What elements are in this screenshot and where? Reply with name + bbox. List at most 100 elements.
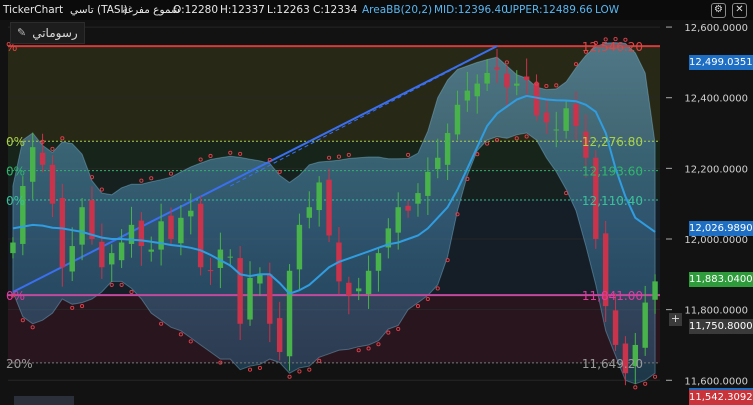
add-icon[interactable]: +	[669, 313, 682, 326]
candle-body	[543, 112, 550, 123]
candle-body	[158, 221, 164, 250]
y-tick-label: 12,200.0000	[684, 164, 748, 175]
price-tag: 12,499.0351	[689, 55, 753, 70]
candle-body	[39, 152, 46, 165]
fib-percent-label: 0%	[6, 135, 25, 149]
fib-price-label: 12,276.80	[582, 135, 643, 149]
chart-header: TickerChart تاسي (TASI) شموع مفرغة O:122…	[0, 0, 753, 20]
low-value: L:12263	[267, 4, 310, 16]
price-tag: 11,542.3092	[689, 390, 753, 405]
app-name: TickerChart	[3, 4, 64, 16]
sar-dot	[247, 367, 253, 372]
candle-body	[415, 193, 421, 204]
y-tick-label: 12,400.0000	[684, 94, 748, 105]
y-tick-label: 11,600.0000	[684, 376, 748, 387]
price-axis-bg	[662, 20, 753, 405]
candle-body	[484, 72, 490, 84]
sar-dot	[653, 374, 658, 379]
candle-body	[168, 215, 174, 239]
candle-body	[128, 224, 135, 244]
close-icon[interactable]: ✕	[732, 3, 747, 18]
candle-body	[69, 246, 75, 272]
drawings-button[interactable]: ✎ رسوماتي	[10, 22, 85, 44]
candle-body	[425, 171, 431, 196]
candle-body	[316, 182, 322, 211]
candle-body	[109, 253, 115, 265]
sar-dot	[633, 385, 638, 390]
bottom-toolbar-stub	[14, 396, 74, 405]
candle-body	[237, 258, 243, 324]
candle-body	[59, 198, 66, 268]
candle-body	[573, 104, 579, 126]
sar-dot	[307, 367, 312, 372]
drawings-label: رسوماتي	[32, 26, 78, 40]
candle-body	[642, 302, 648, 348]
pencil-icon: ✎	[17, 26, 27, 39]
candle-body	[395, 207, 401, 233]
sar-dot	[297, 369, 302, 374]
candle-body	[10, 242, 16, 254]
upper-value: UPPER:12489.66	[505, 4, 593, 16]
candle-body	[178, 217, 184, 244]
fib-percent-label: 0%	[6, 289, 25, 303]
candle-body	[247, 277, 253, 320]
price-tag: 11,883.0400	[689, 272, 753, 287]
candle-body	[563, 108, 569, 131]
candle-body	[533, 82, 540, 116]
high-value: H:12337	[220, 4, 265, 16]
candle-body	[494, 67, 500, 70]
mid-value: MID:12396.40	[434, 4, 508, 16]
y-tick-label: 12,600.0000	[684, 23, 748, 34]
candle-body	[99, 241, 105, 268]
fib-price-label: 12,193.60	[582, 165, 643, 179]
y-tick-label: 12,000.0000	[684, 235, 748, 246]
settings-icon[interactable]: ⚙	[711, 3, 726, 18]
chart-mode: شموع مفرغة	[122, 4, 180, 16]
candle-body	[405, 205, 411, 211]
price-tag: 11,750.8000	[689, 319, 753, 334]
candle-body	[89, 200, 95, 239]
open-value: O:12280	[173, 4, 219, 16]
fib-price-label: 12,546.20	[582, 40, 643, 54]
candle-body	[118, 242, 125, 261]
header-buttons: ⚙ ✕	[711, 3, 747, 18]
candle-body	[444, 133, 451, 165]
close-value: C:12334	[313, 4, 358, 16]
fib-percent-label: 0%	[6, 165, 25, 179]
candle-body	[454, 104, 461, 135]
candle-body	[227, 256, 233, 258]
symbol-name: تاسي (TASI)	[70, 4, 128, 16]
candle-body	[355, 288, 362, 292]
candle-body	[553, 129, 559, 131]
candle-body	[474, 83, 480, 97]
candle-body	[197, 203, 204, 268]
fib-price-label: 11,649.20	[582, 357, 643, 371]
candle-body	[346, 282, 352, 296]
candle-body	[504, 73, 510, 88]
candle-body	[326, 179, 332, 236]
candle-body	[464, 90, 471, 101]
fib-percent-label: 20%	[6, 357, 33, 371]
candle-body	[29, 147, 36, 182]
sar-dot	[643, 381, 648, 386]
fib-price-label: 12,110.40	[582, 194, 643, 208]
price-chart[interactable]: 12,600.0000 12,400.0000 12,200.0000 12,000.…	[0, 0, 753, 405]
candle-body	[276, 318, 283, 353]
lower-value: LOW	[595, 4, 620, 16]
y-tick-label: 11,800.0000	[684, 306, 748, 317]
candle-body	[207, 270, 214, 272]
candle-body	[286, 270, 293, 357]
candle-body	[375, 253, 382, 271]
candle-body	[514, 83, 520, 86]
fib-percent-label: 0%	[6, 194, 25, 208]
candle-body	[306, 207, 313, 218]
indicator-name: AreaBB(20,2)	[362, 4, 433, 16]
candle-body	[435, 157, 441, 170]
sar-dot	[257, 365, 262, 370]
candle-body	[612, 310, 619, 345]
candle-body	[188, 210, 194, 217]
candle-body	[296, 224, 303, 270]
candle-body	[49, 164, 56, 204]
candle-body	[79, 207, 85, 245]
sar-dot	[287, 374, 292, 379]
